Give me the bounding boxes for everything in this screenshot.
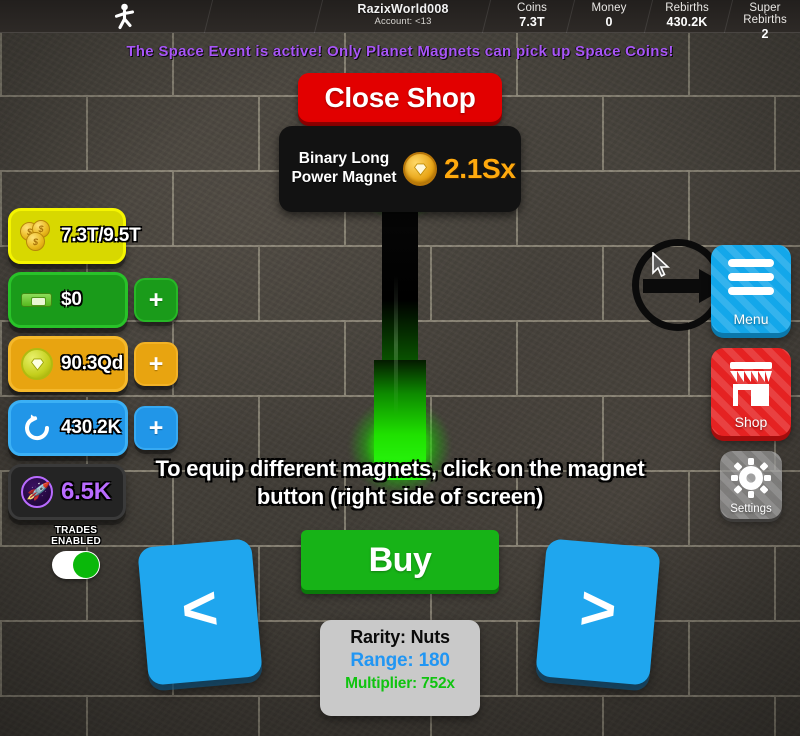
topbar-divider [481,0,492,33]
stat-label: Super Rebirths [743,2,787,26]
trades-toggle-label: TRADES ENABLED [51,525,101,548]
rockets-pill[interactable]: 🚀 6.5K [8,464,126,520]
stat-label: Coins [517,2,547,14]
topbar-divider [565,0,576,33]
buy-button-label: Buy [368,540,432,579]
money-pill[interactable]: $0 [8,272,128,328]
stat-pill-row: $0 + [8,272,183,335]
chevron-left-icon: < [178,573,221,646]
menu-button[interactable]: Menu [711,245,791,333]
next-magnet-button[interactable]: > [535,538,661,686]
range-text: Range: 180 [350,650,450,671]
magnet-price-group: 2.1Sx [403,152,516,186]
trades-toggle-switch[interactable] [52,551,100,580]
rebirths-pill[interactable]: 430.2K [8,400,128,456]
topbar-stat-coins: Coins 7.3T [497,2,567,29]
close-shop-button[interactable]: Close Shop [298,73,502,122]
settings-button-label: Settings [730,503,772,515]
stat-label: Rebirths [665,2,709,14]
cash-icon [19,283,55,317]
stat-label: Money [591,2,627,14]
stat-pill-column: $ $ $ 7.3T/9.5T $0 + 90.3Qd + 430.2K + 🚀… [8,208,183,528]
player-name: RazixWorld008 [357,2,449,16]
stat-value: 0 [605,15,613,29]
gem-icon [19,347,55,381]
stat-value: 7.3T [519,15,545,29]
rarity-text: Rarity: Nuts [350,627,450,647]
topbar-divider [203,0,214,33]
person-accessibility-icon[interactable] [113,3,137,30]
stat-pill-row: 🚀 6.5K [8,464,183,527]
money-value: $0 [61,289,82,310]
equip-instruction-text: To equip different magnets, click on the… [155,456,645,509]
player-account-age: Account: <13 [374,16,432,27]
rebirths-value: 430.2K [61,417,122,438]
chevron-right-icon: > [577,573,620,646]
stat-value: 2 [761,27,769,41]
magnet-stats-panel: Rarity: Nuts Range: 180 Multiplier: 752x [320,620,480,716]
magnet-name: Binary Long Power Magnet [291,150,397,186]
close-shop-label: Close Shop [324,81,476,113]
magnet-price: 2.1Sx [444,153,516,184]
topbar-stat-money: Money 0 [575,2,643,29]
coins-value: 7.3T/9.5T [61,225,141,246]
settings-button[interactable]: Settings [720,451,782,519]
multiplier-text: Multiplier: 752x [345,675,455,692]
stat-pill-row: 90.3Qd + [8,336,183,399]
stat-pill-row: $ $ $ 7.3T/9.5T [8,208,183,271]
gems-value: 90.3Qd [61,353,124,374]
right-button-column: Menu Shop Settings [711,245,791,534]
topbar-stat-rebirths: Rebirths 430.2K [650,2,724,29]
gems-pill[interactable]: 90.3Qd [8,336,128,392]
gems-add-button[interactable]: + [134,342,178,386]
trades-toggle-group: TRADES ENABLED [36,525,116,580]
gem-coin-icon [403,152,437,186]
rebirths-add-button[interactable]: + [134,406,178,450]
money-add-button[interactable]: + [134,278,178,322]
mouse-cursor [652,252,670,278]
shop-button[interactable]: Shop [711,348,791,436]
stat-pill-row: 430.2K + [8,400,183,463]
menu-button-label: Menu [733,311,769,327]
magnet-highlight [394,275,398,415]
rebirth-arrow-icon [19,411,55,445]
rockets-value: 6.5K [61,478,111,505]
buy-button[interactable]: Buy [301,530,499,590]
magnet-info-card: Binary Long Power Magnet 2.1Sx [279,126,521,212]
player-info: RazixWorld008 Account: <13 [328,2,478,27]
game-viewport: RazixWorld008 Account: <13 Coins 7.3T Mo… [0,0,800,736]
shop-button-label: Shop [734,414,768,430]
topbar-divider [313,0,324,33]
previous-magnet-button[interactable]: < [137,538,263,686]
topbar-stat-super-rebirths: Super Rebirths 2 [726,2,800,41]
coin-stack-icon: $ $ $ [19,219,55,253]
event-banner-text: The Space Event is active! Only Planet M… [126,43,674,60]
trades-toggle-knob [73,552,99,579]
coins-pill[interactable]: $ $ $ 7.3T/9.5T [8,208,141,264]
stat-value: 430.2K [666,15,708,29]
rocket-icon: 🚀 [19,475,55,509]
roblox-top-bar: RazixWorld008 Account: <13 Coins 7.3T Mo… [0,0,800,41]
